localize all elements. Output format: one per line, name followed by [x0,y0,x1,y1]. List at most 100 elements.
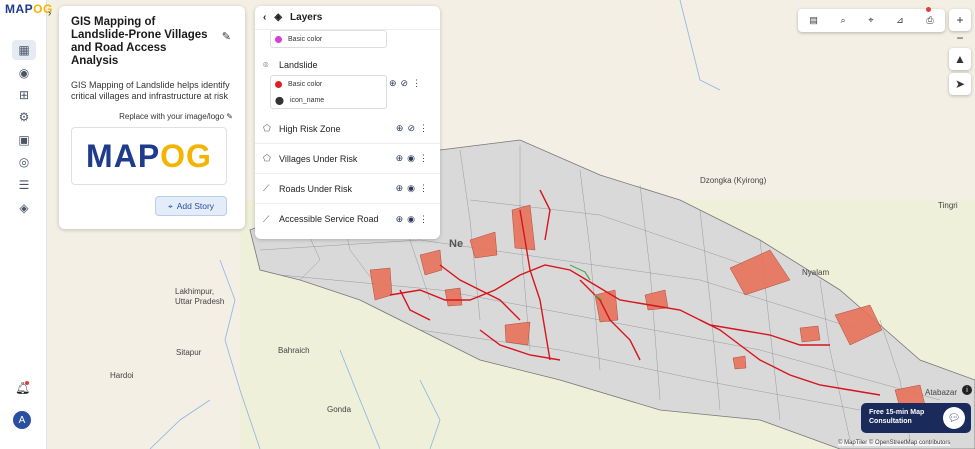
visibility-icon[interactable]: ◉ [407,214,415,225]
layer-row-high-risk-zone[interactable]: ⬠ High Risk Zone ⊕ ⊘ ⋮ [255,114,440,144]
zoom-to-layer-icon[interactable]: ⊕ [396,153,404,164]
navigate-icon[interactable]: ➤ [949,73,971,95]
zoom-out-button[interactable]: − [949,27,971,49]
more-icon[interactable]: ⋮ [412,78,421,89]
measure-icon[interactable]: ⊿ [896,15,904,26]
layers-icon: ◈ [274,12,283,23]
polygon-layer-icon: ⬠ [263,123,271,133]
layer-actions: ⊕ ◉ ⋮ [396,214,428,225]
more-icon[interactable]: ⋮ [419,123,428,134]
replace-logo-link[interactable]: Replace with your image/logo ✎ [71,112,233,121]
map-label-tingri: Tingri [938,201,958,210]
layer-row-roads-under-risk[interactable]: ⟋ Roads Under Risk ⊕ ◉ ⋮ [255,174,440,204]
layers-title: Layers [290,12,323,23]
layer-style-box[interactable]: Basic color [270,30,387,48]
line-layer-icon: ⟋ [263,213,270,224]
toolbar-alert-dot [926,7,931,12]
chat-icon[interactable]: 💬︎ [943,407,965,429]
map-label-bahraich: Bahraich [278,346,310,355]
layers-panel: ‹ ◈ Layers Basic color ⌾ Landslide Basic… [255,6,440,239]
layer-name: High Risk Zone [279,123,341,134]
zoom-to-layer-icon[interactable]: ⊕ [396,214,404,225]
more-icon[interactable]: ⋮ [419,153,428,164]
layer-actions: ⊕ ◉ ⋮ [396,183,428,194]
replace-logo-label: Replace with your image/logo [119,112,225,121]
style-row: Basic color [271,76,386,92]
color-dot-icon [275,35,282,43]
style-label: Basic color [288,35,323,43]
layer-row-villages-under-risk[interactable]: ⬠ Villages Under Risk ⊕ ◉ ⋮ [255,144,440,174]
visibility-icon[interactable]: ◉ [407,183,415,194]
map-label-uttar-pradesh: Uttar Pradesh [175,297,225,306]
style-row: Basic color [271,31,386,47]
map-label-hardoi: Hardoi [110,371,134,380]
edit-title-icon[interactable]: ✎ [222,30,231,43]
layers-stack-icon[interactable]: ◈ [12,198,36,218]
logo-text-left: MAP [5,2,34,16]
user-avatar[interactable]: A [13,411,31,429]
logo-big-left: MAP [86,137,161,174]
add-story-button[interactable]: ⌖ Add Story [155,196,227,216]
style-label: icon_name [289,96,325,104]
target-icon[interactable]: ◎ [12,152,36,172]
more-icon[interactable]: ⋮ [419,214,428,225]
logo-big-right: OG [160,137,212,174]
map-icon[interactable]: ▦ [12,40,36,60]
layer-name: Roads Under Risk [279,183,353,194]
compass-icon[interactable]: ▲ [949,48,971,70]
layers-header: ‹ ◈ Layers [255,6,440,30]
back-chevron-icon[interactable]: ‹ [263,12,266,23]
map-label-lakhimpur: Lakhimpur, [175,287,215,296]
mapog-logo-large: MAPOG [86,138,212,175]
story-title: GIS Mapping of Landslide-Prone Villages … [71,16,208,67]
map-label-gonda: Gonda [327,405,352,414]
zoom-to-layer-icon[interactable]: ⊕ [389,78,397,89]
point-layer-icon: ⌾ [263,59,269,70]
report-icon[interactable]: ☰ [12,175,36,195]
story-description: GIS Mapping of Landslide helps identify … [71,80,230,101]
app-window: Lakhimpur, Uttar Pradesh Sitapur Bahraic… [0,0,975,449]
layer-name: Landslide [279,60,318,70]
layer-row-accessible-service-road[interactable]: ⟋ Accessible Service Road ⊕ ◉ ⋮ [255,204,440,234]
map-label-sitapur: Sitapur [176,348,202,357]
search-icon[interactable]: ⌕ [841,15,846,26]
story-card: GIS Mapping of Landslide-Prone Villages … [59,6,245,229]
print-icon[interactable]: ⎙ [926,15,933,26]
location-icon[interactable]: ◉ [12,63,36,83]
map-attribution: © MapTiler © OpenStreetMap contributors [838,440,951,446]
line-layer-icon: ⟋ [263,183,270,193]
map-toolbar: ▤ ⌕ ⌖ ⊿ ⎙ [798,9,945,32]
style-row: ⬤ icon_name [271,92,386,108]
zoom-to-layer-icon[interactable]: ⊕ [396,183,404,194]
landslide-style-box[interactable]: Basic color ⬤ icon_name [270,75,387,109]
visibility-off-icon[interactable]: ⊘ [401,78,409,89]
edit-logo-icon: ✎ [226,112,233,121]
color-dot-icon [275,80,282,88]
layer-actions: ⊕ ⊘ ⋮ [396,123,428,134]
add-file-icon[interactable]: ⊞ [12,85,36,105]
info-icon[interactable]: i [962,385,972,395]
layer-name: Accessible Service Road [279,214,379,224]
layer-actions: ⊕ ◉ ⋮ [396,153,428,164]
logo-image-box[interactable]: MAPOG [71,127,227,185]
left-sidebar: MAPOG ▦ ◉ ⊞ ⚙ ▣ ◎ ☰ ◈ 🔔︎ A [0,0,52,449]
analysis-icon[interactable]: ⚙ [12,107,36,127]
pin-icon: ⌖ [167,200,173,211]
visibility-icon[interactable]: ◉ [407,153,415,164]
add-story-label: Add Story [176,201,215,211]
zoom-to-layer-icon[interactable]: ⊕ [396,123,404,134]
map-label-atabazar: Atabazar [925,388,958,397]
map-label-dzongka: Dzongka (Kyirong) [700,176,767,185]
map-pin-icon: ⬤ [275,95,284,105]
mapog-logo: MAPOG [5,2,53,16]
locate-icon[interactable]: ⌖ [868,15,873,26]
visibility-off-icon[interactable]: ⊘ [407,123,415,134]
gallery-icon[interactable]: ▣ [12,130,36,150]
layer-name: Villages Under Risk [279,153,358,164]
more-icon[interactable]: ⋮ [419,183,428,194]
notification-dot [25,381,29,385]
layer-row-landslide[interactable]: ⌾ Landslide [255,54,440,76]
expand-sidebar-icon[interactable]: › [48,8,51,19]
basemap-icon[interactable]: ▤ [809,15,818,26]
map-label-nepal: Ne [449,238,464,250]
